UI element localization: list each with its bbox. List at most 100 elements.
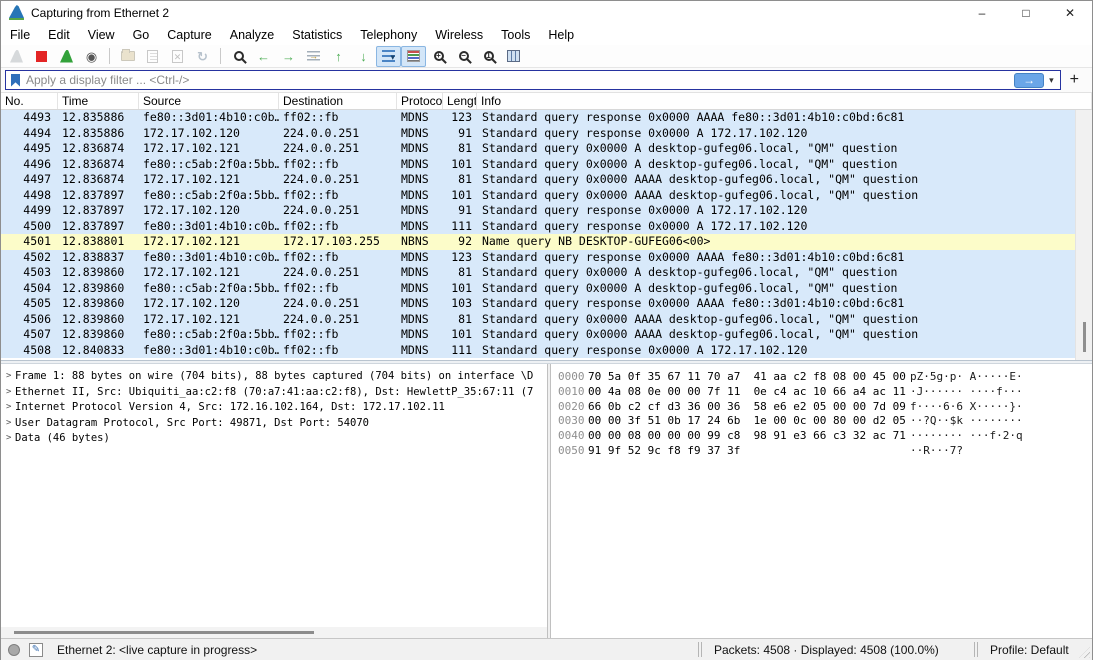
reload-icon: ↻ bbox=[197, 50, 208, 63]
packet-cell-time: 12.836874 bbox=[58, 172, 139, 188]
column-header-protocol[interactable]: Protocol bbox=[397, 93, 443, 109]
expert-info-icon[interactable] bbox=[8, 644, 20, 656]
display-filter-input[interactable] bbox=[26, 71, 1014, 89]
detail-line[interactable]: >Ethernet II, Src: Ubiquiti_aa:c2:f8 (70… bbox=[1, 385, 547, 401]
hex-row[interactable]: 004000 00 08 00 00 00 99 c8 98 91 e3 66 … bbox=[558, 429, 1092, 444]
open-file-button[interactable] bbox=[115, 46, 140, 67]
display-filter-field[interactable]: → ▾ bbox=[5, 70, 1061, 90]
hex-ascii: ··?Q··$k ········ bbox=[910, 414, 1023, 427]
stop-capture-button[interactable] bbox=[29, 46, 54, 67]
packet-row[interactable]: 450312.839860172.17.102.121224.0.0.251MD… bbox=[1, 265, 1075, 281]
column-header-source[interactable]: Source bbox=[139, 93, 279, 109]
hex-row[interactable]: 003000 00 3f 51 0b 17 24 6b 1e 00 0c 00 … bbox=[558, 414, 1092, 429]
next-packet-button[interactable]: → bbox=[276, 46, 301, 67]
expand-chevron-icon[interactable]: > bbox=[1, 416, 15, 432]
packet-row[interactable]: 450012.837897fe80::3d01:4b10:c0b…ff02::f… bbox=[1, 219, 1075, 235]
packet-row[interactable]: 449612.836874fe80::c5ab:2f0a:5bb…ff02::f… bbox=[1, 157, 1075, 173]
maximize-button[interactable]: □ bbox=[1004, 1, 1048, 24]
packet-row[interactable]: 449812.837897fe80::c5ab:2f0a:5bb…ff02::f… bbox=[1, 188, 1075, 204]
detail-line[interactable]: >Internet Protocol Version 4, Src: 172.1… bbox=[1, 400, 547, 416]
menu-analyze[interactable]: Analyze bbox=[221, 28, 283, 42]
packet-cell-src: 172.17.102.121 bbox=[139, 172, 279, 188]
packet-row[interactable]: 450712.839860fe80::c5ab:2f0a:5bb…ff02::f… bbox=[1, 327, 1075, 343]
detail-line[interactable]: >Data (46 bytes) bbox=[1, 431, 547, 447]
find-packet-button[interactable] bbox=[226, 46, 251, 67]
menu-capture[interactable]: Capture bbox=[158, 28, 220, 42]
filter-dropdown-caret-icon[interactable]: ▾ bbox=[1047, 75, 1060, 86]
menu-help[interactable]: Help bbox=[539, 28, 583, 42]
packet-row[interactable]: 450512.839860172.17.102.120224.0.0.251MD… bbox=[1, 296, 1075, 312]
capture-comment-icon[interactable] bbox=[29, 643, 43, 657]
detail-line[interactable]: >Frame 1: 88 bytes on wire (704 bits), 8… bbox=[1, 369, 547, 385]
close-button[interactable]: ✕ bbox=[1048, 1, 1092, 24]
packet-row[interactable]: 450412.839860fe80::c5ab:2f0a:5bb…ff02::f… bbox=[1, 281, 1075, 297]
packet-row[interactable]: 450212.838837fe80::3d01:4b10:c0b…ff02::f… bbox=[1, 250, 1075, 266]
detail-line[interactable]: >User Datagram Protocol, Src Port: 49871… bbox=[1, 416, 547, 432]
first-packet-button[interactable]: ↑ bbox=[326, 46, 351, 67]
packet-row[interactable]: 449312.835886fe80::3d01:4b10:c0b…ff02::f… bbox=[1, 110, 1075, 126]
apply-filter-button[interactable]: → bbox=[1014, 73, 1044, 88]
packet-list-scrollbar[interactable] bbox=[1075, 110, 1092, 360]
menu-tools[interactable]: Tools bbox=[492, 28, 539, 42]
menu-file[interactable]: File bbox=[1, 28, 39, 42]
packet-cell-len: 81 bbox=[443, 312, 477, 328]
packet-cell-time: 12.839860 bbox=[58, 281, 139, 297]
packet-cell-proto: MDNS bbox=[397, 157, 443, 173]
zoom-out-button[interactable]: − bbox=[451, 46, 476, 67]
column-header-length[interactable]: Length bbox=[443, 93, 477, 109]
packet-cell-len: 111 bbox=[443, 343, 477, 359]
start-capture-button[interactable] bbox=[4, 46, 29, 67]
hex-ascii: ··R···7? bbox=[910, 444, 963, 457]
menu-view[interactable]: View bbox=[79, 28, 124, 42]
column-header-no[interactable]: No. bbox=[1, 93, 58, 109]
resize-columns-button[interactable] bbox=[501, 46, 526, 67]
packet-row[interactable]: 449512.836874172.17.102.121224.0.0.251MD… bbox=[1, 141, 1075, 157]
details-scrollbar-thumb[interactable] bbox=[14, 631, 314, 634]
toolbar-separator bbox=[220, 48, 221, 64]
packet-cell-time: 12.837897 bbox=[58, 203, 139, 219]
packet-row[interactable]: 449912.837897172.17.102.120224.0.0.251MD… bbox=[1, 203, 1075, 219]
menu-statistics[interactable]: Statistics bbox=[283, 28, 351, 42]
hex-row[interactable]: 002066 0b c2 cf d3 36 00 36 58 e6 e2 05 … bbox=[558, 400, 1092, 415]
packet-row[interactable]: 450112.838801172.17.102.121172.17.103.25… bbox=[1, 234, 1075, 250]
add-filter-button[interactable]: + bbox=[1061, 71, 1087, 89]
packet-row[interactable]: 449412.835886172.17.102.120224.0.0.251MD… bbox=[1, 126, 1075, 142]
menu-telephony[interactable]: Telephony bbox=[351, 28, 426, 42]
column-header-destination[interactable]: Destination bbox=[279, 93, 397, 109]
minimize-button[interactable]: – bbox=[960, 1, 1004, 24]
save-file-button[interactable] bbox=[140, 46, 165, 67]
close-file-button[interactable]: ✕ bbox=[165, 46, 190, 67]
reload-file-button[interactable]: ↻ bbox=[190, 46, 215, 67]
menu-edit[interactable]: Edit bbox=[39, 28, 79, 42]
capture-options-button[interactable]: ◉ bbox=[79, 46, 104, 67]
colorize-button[interactable] bbox=[401, 46, 426, 67]
arrow-right-icon: → bbox=[282, 50, 295, 63]
hex-row[interactable]: 005091 9f 52 9c f8 f9 37 3f··R···7? bbox=[558, 444, 1092, 459]
zoom-in-button[interactable]: + bbox=[426, 46, 451, 67]
window-title: Capturing from Ethernet 2 bbox=[31, 6, 169, 20]
expand-chevron-icon[interactable]: > bbox=[1, 385, 15, 401]
packet-cell-len: 81 bbox=[443, 265, 477, 281]
hex-row[interactable]: 001000 4a 08 0e 00 00 7f 11 0e c4 ac 10 … bbox=[558, 385, 1092, 400]
filter-bookmark-icon[interactable] bbox=[11, 74, 20, 87]
packet-row[interactable]: 450812.840833fe80::3d01:4b10:c0b…ff02::f… bbox=[1, 343, 1075, 359]
goto-packet-button[interactable]: → bbox=[301, 46, 326, 67]
details-horizontal-scrollbar[interactable] bbox=[1, 627, 547, 638]
restart-capture-button[interactable] bbox=[54, 46, 79, 67]
packet-row[interactable]: 450612.839860172.17.102.121224.0.0.251MD… bbox=[1, 312, 1075, 328]
previous-packet-button[interactable]: ← bbox=[251, 46, 276, 67]
expand-chevron-icon[interactable]: > bbox=[1, 431, 15, 447]
last-packet-button[interactable]: ↓ bbox=[351, 46, 376, 67]
column-header-info[interactable]: Info bbox=[477, 93, 1092, 109]
profile-text[interactable]: Profile: Default bbox=[978, 643, 1092, 657]
packet-row[interactable]: 449712.836874172.17.102.121224.0.0.251MD… bbox=[1, 172, 1075, 188]
expand-chevron-icon[interactable]: > bbox=[1, 400, 15, 416]
menu-wireless[interactable]: Wireless bbox=[426, 28, 492, 42]
expand-chevron-icon[interactable]: > bbox=[1, 369, 15, 385]
menu-go[interactable]: Go bbox=[124, 28, 159, 42]
hex-row[interactable]: 000070 5a 0f 35 67 11 70 a7 41 aa c2 f8 … bbox=[558, 370, 1092, 385]
zoom-original-button[interactable]: 1 bbox=[476, 46, 501, 67]
auto-scroll-button[interactable]: ▾ bbox=[376, 46, 401, 67]
column-header-time[interactable]: Time bbox=[58, 93, 139, 109]
scrollbar-thumb[interactable] bbox=[1083, 322, 1086, 352]
